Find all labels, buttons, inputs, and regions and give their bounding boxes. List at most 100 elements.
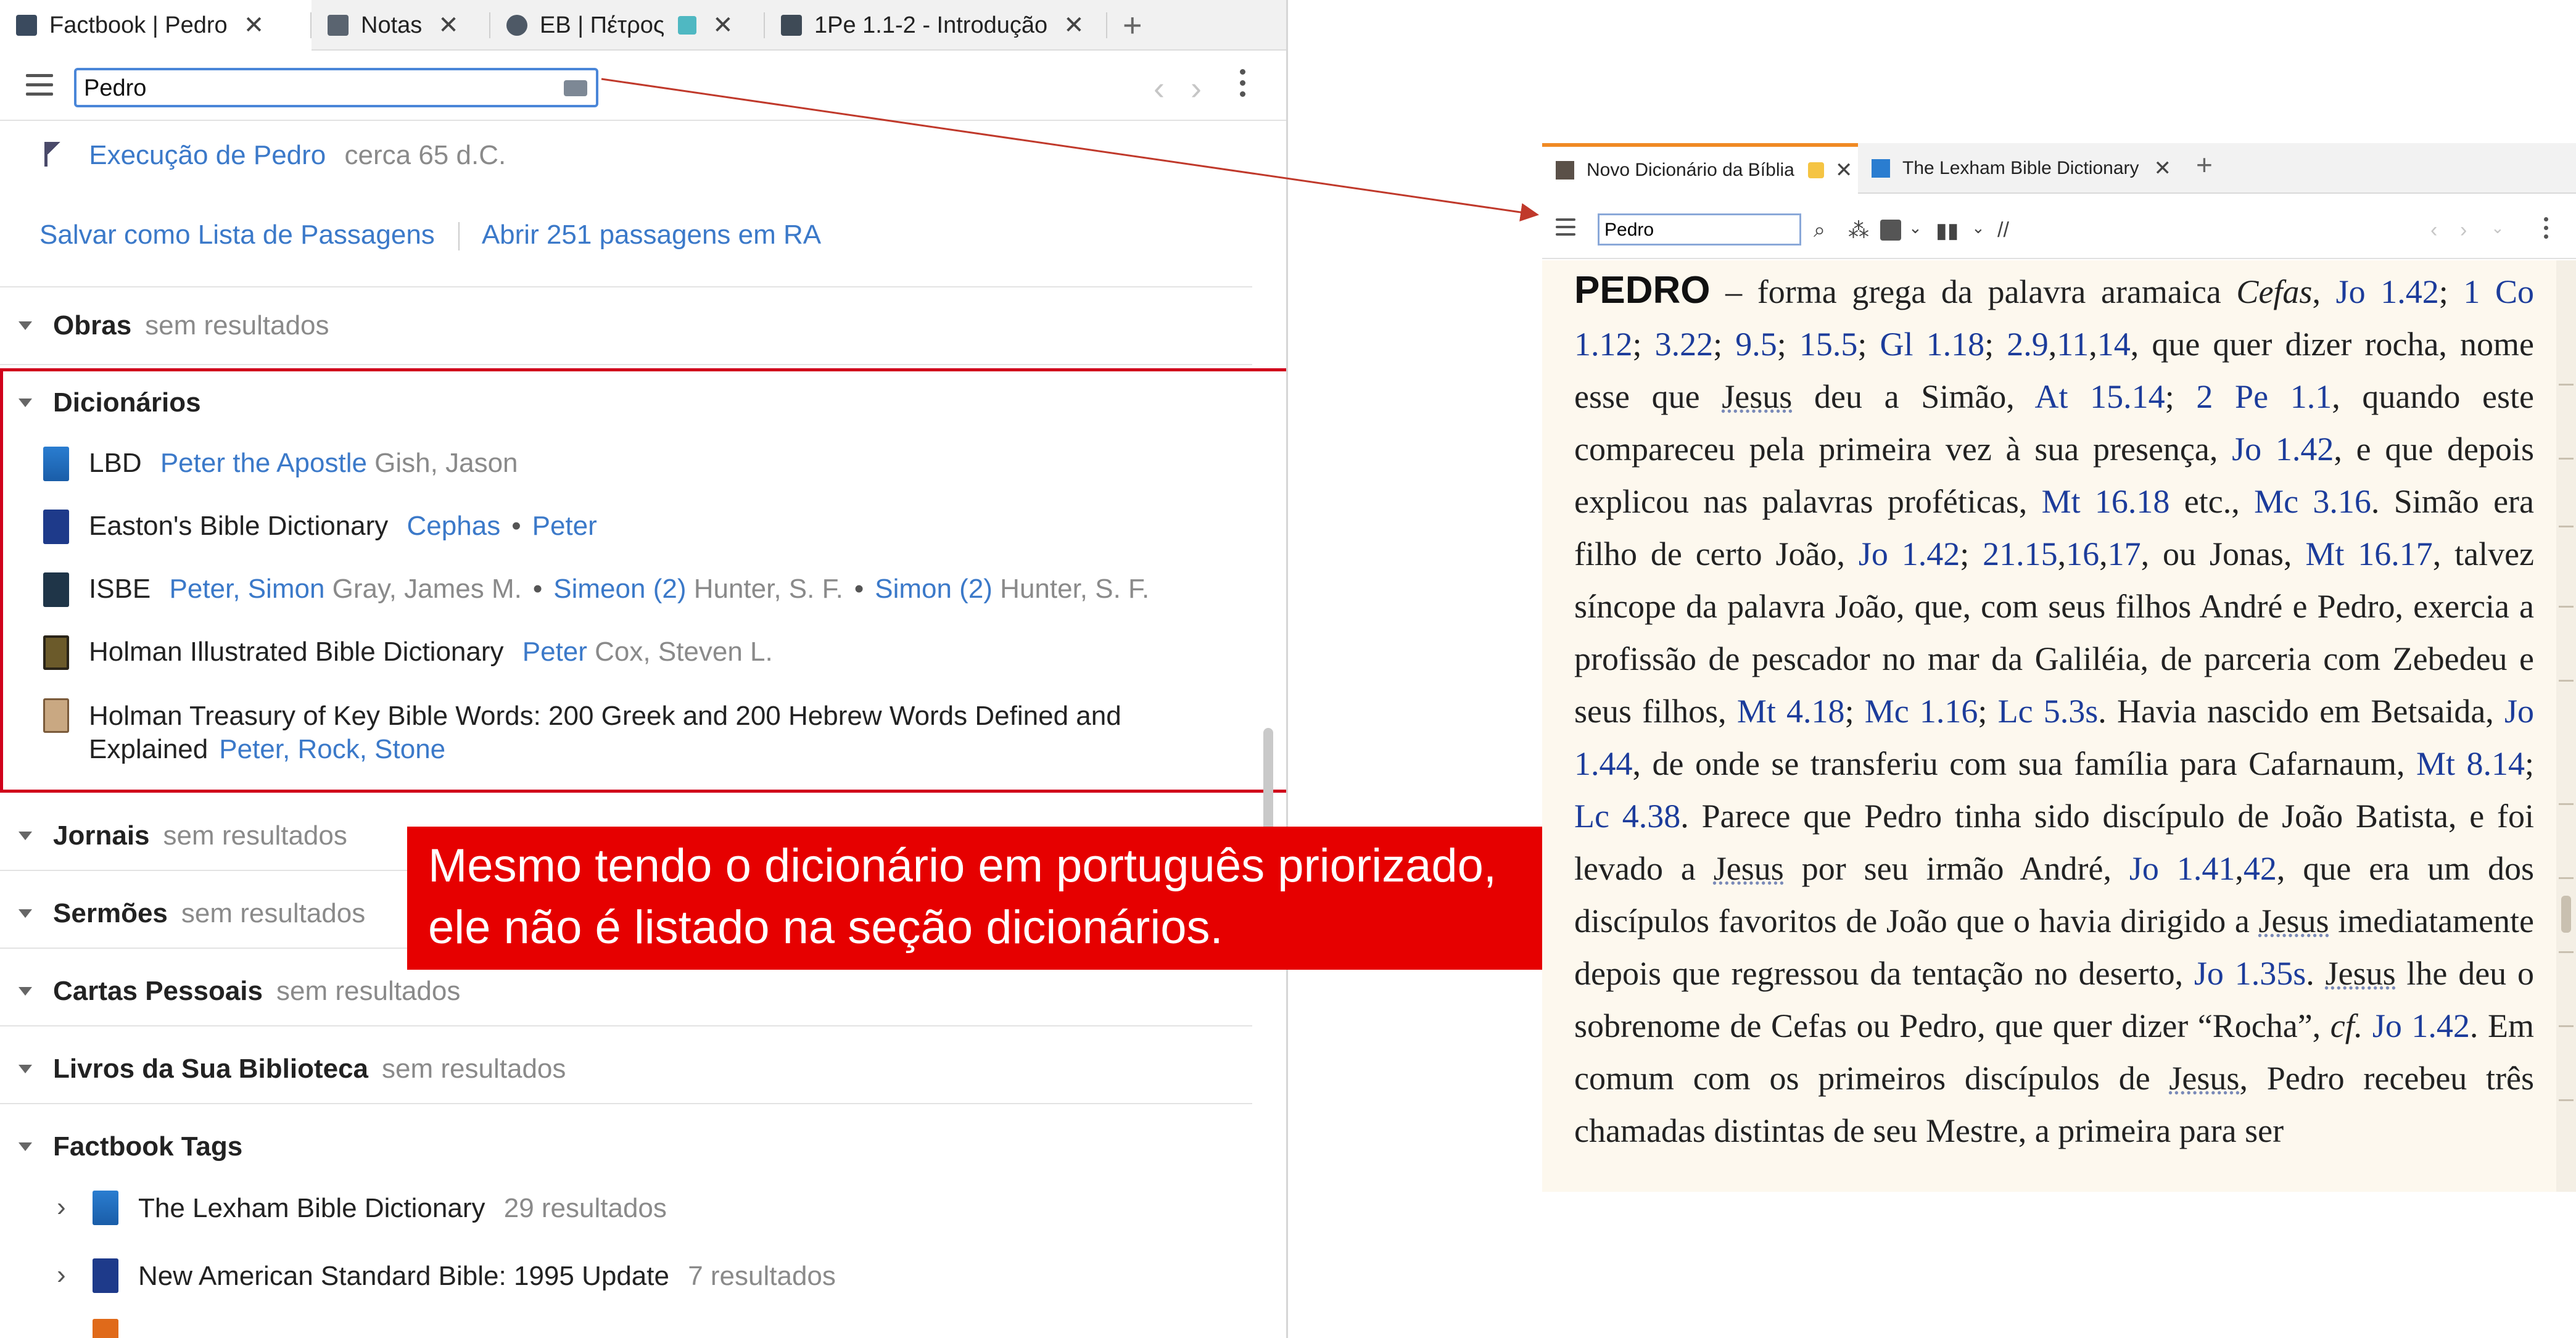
close-icon[interactable]: ✕ xyxy=(2154,156,2172,181)
section-title: Cartas Pessoais xyxy=(53,976,263,1006)
collapse-caret-icon[interactable] xyxy=(19,321,32,330)
tag-row[interactable]: New American Standard Bible: 1995 Update… xyxy=(138,1261,836,1292)
close-icon[interactable]: ✕ xyxy=(1835,158,1853,183)
search-field[interactable] xyxy=(74,68,598,107)
collapse-caret-icon[interactable] xyxy=(19,987,32,996)
collapse-caret-icon[interactable] xyxy=(19,1142,32,1151)
menu-icon[interactable] xyxy=(26,74,53,96)
nasb-book-icon xyxy=(93,1258,118,1293)
article-scrollbar[interactable] xyxy=(2556,260,2576,1192)
search-input[interactable] xyxy=(84,74,553,102)
tab-label: Notas xyxy=(361,12,423,38)
new-tab-icon[interactable]: + xyxy=(2196,148,2213,181)
tag-row[interactable]: The Lexham Bible Dictionary 29 resultado… xyxy=(138,1193,667,1224)
close-icon[interactable]: ✕ xyxy=(1063,11,1084,39)
factbook-icon xyxy=(16,15,37,36)
section-status: sem resultados xyxy=(163,820,347,851)
tab-novo-dicionario[interactable]: Novo Dicionário da Bíblia ✕ xyxy=(1542,143,1858,194)
dictionary-panel: Novo Dicionário da Bíblia ✕ The Lexham B… xyxy=(1542,143,2576,1192)
collapse-caret-icon[interactable] xyxy=(19,1065,32,1073)
section-title: Factbook Tags xyxy=(53,1131,243,1162)
book-icon xyxy=(781,15,802,36)
section-status: sem resultados xyxy=(145,310,329,341)
section-obras[interactable]: Obras sem resultados xyxy=(19,310,329,341)
menu-icon[interactable] xyxy=(1556,218,1575,241)
chevron-right-icon[interactable]: › xyxy=(57,1260,66,1291)
passage-actions: Salvar como Lista de Passagens Abrir 251… xyxy=(39,220,821,251)
factbook-panel: Factbook | Pedro ✕ Notas ✕ EB | Πέτρος ✕… xyxy=(0,0,1288,1338)
chevron-right-icon[interactable]: › xyxy=(57,1192,66,1223)
article-headword: PEDRO xyxy=(1574,269,1711,312)
left-tab-bar: Factbook | Pedro ✕ Notas ✕ EB | Πέτρος ✕… xyxy=(0,0,1286,51)
close-icon[interactable]: ✕ xyxy=(438,11,459,39)
keyboard-icon[interactable] xyxy=(564,80,587,96)
close-icon[interactable]: ✕ xyxy=(244,11,265,39)
tab-label: The Lexham Bible Dictionary xyxy=(1902,158,2139,178)
columns-icon[interactable]: ▮▮ xyxy=(1936,218,1959,243)
annotation-callout: Mesmo tendo o dicionário em português pr… xyxy=(407,827,1542,970)
chevron-down-icon[interactable]: ⌄ xyxy=(1909,218,1922,237)
visual-filter-icon[interactable]: ⁂ xyxy=(1848,218,1869,243)
notes-icon xyxy=(328,15,349,36)
tag-count: 29 resultados xyxy=(503,1193,667,1223)
section-status: sem resultados xyxy=(382,1054,566,1084)
tab-label: 1Pe 1.1-2 - Introdução xyxy=(814,12,1048,38)
eb-icon xyxy=(506,15,527,36)
esv-book-icon xyxy=(93,1319,118,1338)
event-link[interactable]: Execução de Pedro xyxy=(89,140,326,170)
search-field[interactable] xyxy=(1598,213,1801,246)
tab-label: Novo Dicionário da Bíblia xyxy=(1587,160,1794,180)
tab-notas[interactable]: Notas ✕ xyxy=(312,0,490,51)
collapse-caret-icon[interactable] xyxy=(19,909,32,918)
linked-badge-icon xyxy=(678,16,697,35)
forward-arrow-icon[interactable]: › xyxy=(2460,218,2467,242)
book-icon xyxy=(1872,159,1890,178)
section-jornais[interactable]: Jornais sem resultados xyxy=(19,820,347,851)
tag-book: The Lexham Bible Dictionary xyxy=(138,1193,485,1223)
search-icon[interactable]: ⌕ xyxy=(1814,218,1825,242)
close-icon[interactable]: ✕ xyxy=(712,11,733,39)
left-toolbar: ‹ › xyxy=(0,52,1286,121)
more-options-icon[interactable] xyxy=(1240,69,1246,102)
linked-badge-icon xyxy=(1807,162,1824,178)
flag-icon xyxy=(44,142,63,167)
section-cartas[interactable]: Cartas Pessoais sem resultados xyxy=(19,976,460,1007)
event-date: cerca 65 d.C. xyxy=(344,140,506,170)
parallel-icon[interactable]: // xyxy=(1997,218,2009,242)
right-toolbar: ⌕ ⁂ ⌄ ▮▮ ⌄ // ‹ › ⌄ xyxy=(1542,195,2576,259)
section-factbook-tags[interactable]: Factbook Tags xyxy=(19,1131,256,1162)
section-title: Jornais xyxy=(53,820,150,851)
book-icon xyxy=(1556,161,1574,180)
chevron-down-icon[interactable]: ⌄ xyxy=(1971,218,1985,237)
scrollbar-thumb[interactable] xyxy=(1263,728,1273,833)
callout-line: ele não é listado na seção dicionários. xyxy=(428,901,1223,954)
save-passage-list-link[interactable]: Salvar como Lista de Passagens xyxy=(39,220,435,250)
tab-1pe[interactable]: 1Pe 1.1-2 - Introdução ✕ xyxy=(765,0,1107,51)
article-text: PEDRO – forma grega da palavra aramaica … xyxy=(1574,269,2535,1149)
dictionaries-highlight-box xyxy=(0,368,1286,793)
checkbox-icon[interactable] xyxy=(1880,220,1901,241)
forward-arrow-icon[interactable]: › xyxy=(1191,69,1202,107)
section-livros[interactable]: Livros da Sua Biblioteca sem resultados xyxy=(19,1054,566,1084)
collapse-caret-icon[interactable] xyxy=(19,832,32,840)
back-arrow-icon[interactable]: ‹ xyxy=(2430,218,2437,242)
tab-eb[interactable]: EB | Πέτρος ✕ xyxy=(490,0,765,51)
more-options-icon[interactable] xyxy=(2544,217,2550,244)
section-title: Obras xyxy=(53,310,132,341)
new-tab-icon[interactable]: + xyxy=(1123,6,1142,44)
section-title: Sermões xyxy=(53,898,168,928)
tab-lexham[interactable]: The Lexham Bible Dictionary ✕ xyxy=(1858,143,2173,194)
chevron-down-icon[interactable]: ⌄ xyxy=(2491,218,2504,237)
search-input[interactable] xyxy=(1604,218,1790,242)
section-status: sem resultados xyxy=(181,898,366,928)
tab-factbook[interactable]: Factbook | Pedro ✕ xyxy=(0,0,312,51)
tag-book: New American Standard Bible: 1995 Update xyxy=(138,1261,669,1291)
back-arrow-icon[interactable]: ‹ xyxy=(1154,69,1165,107)
event-row[interactable]: Execução de Pedro cerca 65 d.C. xyxy=(44,139,506,171)
section-status: sem resultados xyxy=(276,976,461,1006)
lbd-book-icon xyxy=(93,1191,118,1225)
section-sermoes[interactable]: Sermões sem resultados xyxy=(19,898,365,929)
open-passages-link[interactable]: Abrir 251 passagens em RA xyxy=(482,220,821,250)
tag-count: 7 resultados xyxy=(688,1261,836,1291)
callout-line: Mesmo tendo o dicionário em português pr… xyxy=(428,840,1497,892)
